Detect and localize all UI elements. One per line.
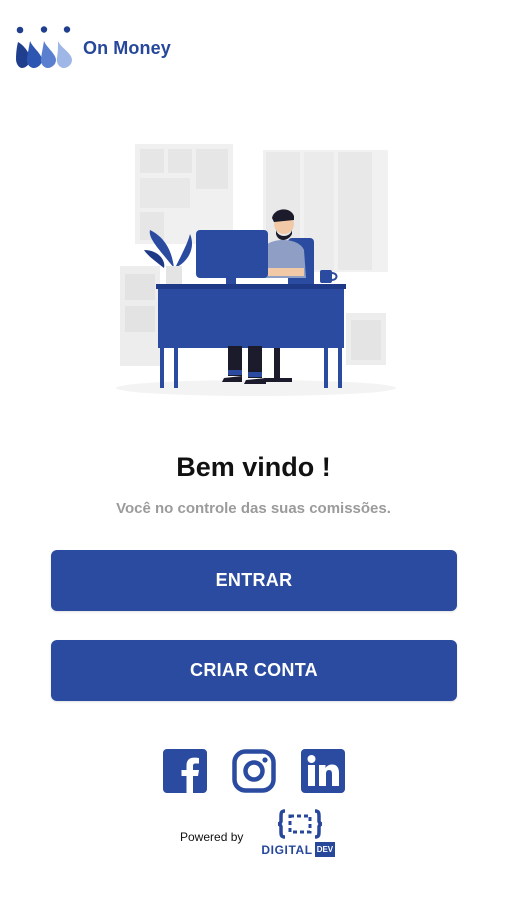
instagram-icon[interactable]: [231, 749, 276, 793]
digital-dev-wordmark: DIGITAL DEV: [261, 842, 336, 857]
person-at-desk-illustration: [116, 144, 396, 396]
facebook-icon[interactable]: [162, 749, 207, 793]
powered-by-label: Powered by: [180, 830, 244, 844]
digital-dev-logo: DIGITAL DEV: [261, 809, 343, 861]
digital-text: DIGITAL: [261, 842, 313, 857]
enter-button[interactable]: ENTRAR: [51, 550, 457, 611]
app-header: On Money: [16, 24, 171, 72]
brand-name: On Money: [83, 37, 171, 58]
welcome-subtitle: Você no controle das suas comissões.: [116, 500, 391, 517]
drops-logo-icon: [16, 26, 72, 68]
create-account-button[interactable]: CRIAR CONTA: [51, 640, 457, 701]
braces-logo-icon: [278, 809, 323, 839]
powered-by: Powered by DIGITAL DEV: [180, 809, 343, 861]
linkedin-icon[interactable]: [300, 749, 345, 793]
welcome-title: Bem vindo !: [176, 452, 331, 482]
dev-badge: DEV: [314, 842, 336, 857]
social-links: [0, 749, 507, 793]
